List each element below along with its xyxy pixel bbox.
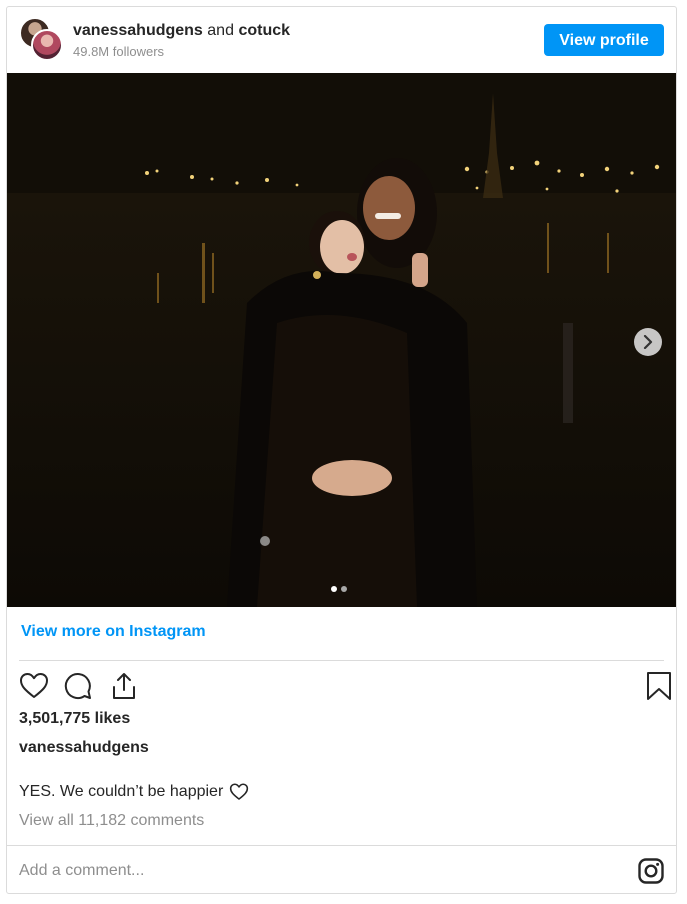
like-count[interactable]: 3,501,775 likes (19, 710, 130, 728)
instagram-embed: vanessahudgens and cotuck 49.8M follower… (6, 6, 677, 894)
caption-text: YES. We couldn’t be happier (19, 783, 224, 800)
post-image[interactable] (7, 73, 676, 607)
comment-bubble-icon[interactable] (63, 671, 93, 701)
avatar (31, 29, 63, 61)
view-more-link[interactable]: View more on Instagram (21, 623, 206, 641)
coauthor-username[interactable]: cotuck (238, 22, 290, 39)
divider (19, 660, 664, 661)
avatar-stack[interactable] (19, 17, 63, 61)
comment-input[interactable] (19, 859, 579, 883)
author-username[interactable]: vanessahudgens (73, 22, 203, 39)
divider (7, 845, 676, 846)
author-joiner: and (207, 22, 234, 39)
view-all-comments-link[interactable]: View all 11,182 comments (19, 812, 204, 830)
action-bar (19, 671, 671, 701)
view-profile-button[interactable]: View profile (544, 24, 664, 56)
post-header: vanessahudgens and cotuck 49.8M follower… (7, 7, 676, 73)
instagram-icon[interactable] (638, 858, 664, 884)
caption-username[interactable]: vanessahudgens (19, 739, 149, 757)
chevron-right-icon (643, 335, 653, 349)
heart-icon[interactable] (19, 671, 49, 701)
follower-count: 49.8M followers (73, 44, 165, 59)
heart-outline-icon (230, 783, 249, 800)
caption: YES. We couldn’t be happier (19, 783, 249, 801)
carousel-dot-active (331, 586, 337, 592)
bookmark-icon[interactable] (644, 671, 674, 701)
carousel-dot (341, 586, 347, 592)
author-names: vanessahudgens and cotuck (73, 22, 290, 40)
share-icon[interactable] (109, 671, 139, 701)
night-photo (7, 73, 676, 607)
carousel-indicator (331, 586, 347, 592)
carousel-next-button[interactable] (634, 328, 662, 356)
